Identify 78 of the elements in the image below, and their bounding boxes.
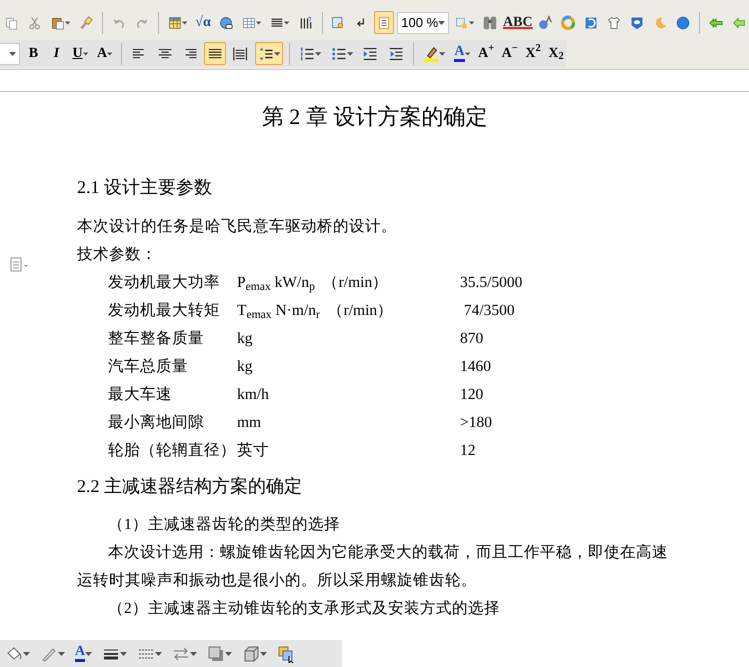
formula-button[interactable]: √α	[193, 11, 214, 34]
section-heading: 2.1 设计主要参数	[77, 176, 212, 199]
parameter-name: 轮胎（轮辋直径）	[108, 441, 237, 461]
paragraph-options-icon	[10, 256, 30, 274]
numbered-list-icon	[299, 44, 316, 62]
dropdown-arrow-icon[interactable]	[9, 52, 16, 56]
section-heading: 2.2 主减速器结构方案的确定	[77, 475, 302, 498]
parameter-name: 发动机最大功率	[108, 273, 221, 293]
zoom-field[interactable]: 100 %	[397, 12, 450, 34]
subscript-button[interactable]: X$_{2}$	[546, 42, 566, 65]
spellcheck-button[interactable]: ABC	[503, 11, 532, 34]
dropdown-arrow-icon[interactable]	[155, 652, 162, 656]
parameter-value: 120	[460, 385, 484, 405]
arrow-style-icon	[172, 644, 190, 662]
dropdown-arrow-icon[interactable]	[23, 652, 30, 656]
parameter-name: 整车整备质量	[108, 329, 205, 349]
parameter-value: 74/3500	[462, 301, 515, 321]
distribute-icon	[232, 44, 249, 62]
parameter-name: 发动机最大转矩	[108, 301, 221, 321]
dropdown-arrow-icon[interactable]	[315, 52, 322, 56]
dropdown-arrow-icon[interactable]	[439, 52, 446, 56]
toolbar-button[interactable]	[254, 42, 284, 65]
dropdown-arrow-icon[interactable]	[260, 652, 268, 656]
parameter-value: 12	[460, 441, 476, 461]
dropdown-arrow-icon[interactable]	[182, 20, 188, 24]
parameter-name: 汽车总质量	[108, 357, 189, 377]
parameter-value: 1460	[460, 357, 491, 377]
italic-button[interactable]: I	[46, 42, 66, 65]
toolbar-button[interactable]	[204, 42, 226, 65]
paragraph: 技术参数：	[77, 245, 158, 265]
brush-icon	[79, 14, 94, 32]
dropdown-arrow-icon[interactable]	[347, 52, 354, 56]
dropdown-arrow-icon[interactable]	[64, 20, 70, 24]
parameter-value: >180	[460, 413, 492, 433]
character-spacing-button[interactable]: A	[94, 42, 116, 65]
paragraph: 本次设计的任务是哈飞民意车驱动桥的设计。	[77, 217, 398, 237]
dropdown-arrow-icon[interactable]	[120, 652, 128, 656]
underline-button[interactable]: U	[69, 42, 91, 65]
paragraph: （1）主减速器齿轮的类型的选择	[107, 514, 341, 535]
dropdown-arrow-icon[interactable]	[284, 20, 290, 24]
color-ring-icon	[561, 14, 576, 32]
dropdown-arrow-icon[interactable]	[469, 20, 474, 24]
dropdown-arrow-icon[interactable]	[274, 52, 280, 56]
grow-font-button[interactable]: A$^{+}$	[476, 42, 496, 65]
parameter-unit: mm	[237, 413, 262, 433]
dropdown-arrow-icon[interactable]	[464, 52, 470, 56]
paragraph: 本次设计选用：螺旋锥齿轮因为它能承受大的载荷，而且工作平稳，即使在高速运转时其噪声和振动也是很小的。所以采用螺旋锥齿轮。	[77, 542, 669, 591]
parameter-name: 最小离地间隙	[108, 413, 205, 433]
parameter-value: 870	[460, 329, 484, 349]
font-color-button[interactable]: A	[451, 42, 473, 65]
chapter-title: 第 2 章 设计方案的确定	[260, 103, 488, 130]
paint-bucket-icon	[5, 644, 23, 662]
dropdown-arrow-icon[interactable]	[190, 652, 198, 656]
parameter-name: 最大车速	[108, 385, 173, 405]
dropdown-arrow-icon[interactable]	[85, 652, 92, 656]
dropdown-arrow-icon[interactable]	[225, 652, 232, 656]
paragraph: （2）主减速器主动锥齿轮的支承形式及安装方式的选择	[107, 598, 501, 619]
dropdown-arrow-icon[interactable]	[107, 52, 112, 56]
superscript-button[interactable]: X$^{2}$	[523, 42, 543, 65]
bold-button[interactable]: B	[23, 42, 44, 65]
font-color-button[interactable]: A	[72, 642, 96, 665]
parameter-unit: kg	[237, 329, 254, 349]
cube-icon	[242, 644, 260, 662]
font-size-field[interactable]	[0, 42, 20, 64]
parameter-value: 35.5/5000	[460, 273, 522, 293]
parameter-unit: kg	[237, 357, 254, 377]
parameter-unit: km/h	[237, 385, 270, 405]
dropdown-arrow-icon[interactable]	[438, 20, 446, 24]
dropdown-arrow-icon[interactable]	[82, 52, 88, 56]
shadow-icon	[207, 644, 226, 662]
parameter-unit: P$_{emax}$ kW/n$_{p}$ （r/min）	[237, 273, 390, 295]
highlighter-icon	[422, 44, 440, 62]
parameter-unit: T$_{emax}$ N·m/n$_{r}$ （r/min）	[237, 301, 394, 323]
shapes-icon	[277, 644, 296, 662]
dropdown-arrow-icon[interactable]	[58, 652, 65, 656]
dropdown-arrow-icon[interactable]	[256, 20, 262, 24]
parameter-unit: 英寸	[237, 441, 270, 461]
shrink-font-button[interactable]: A$^{−}$	[499, 42, 520, 65]
